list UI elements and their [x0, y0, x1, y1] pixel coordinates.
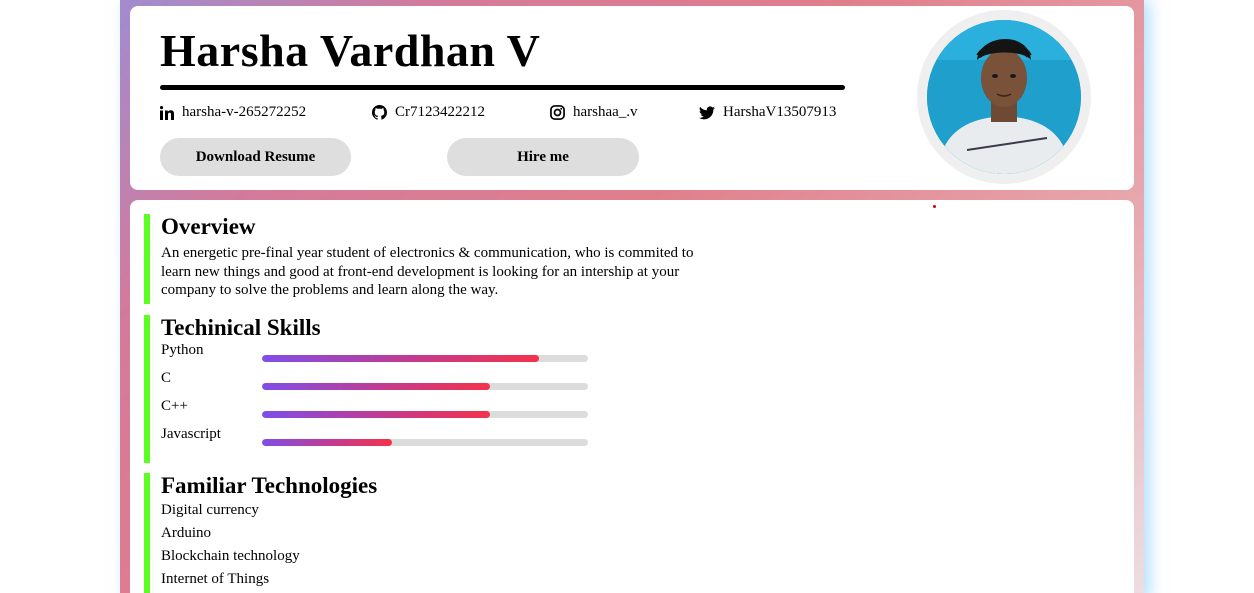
list-item: Internet of Things: [161, 571, 270, 587]
twitter-handle: HarshaV13507913: [723, 104, 837, 120]
avatar-ring: [917, 10, 1091, 184]
profile-name: Harsha Vardhan V: [160, 25, 541, 76]
skill-bar-fill: [262, 383, 491, 390]
list-item: Digital currency: [161, 502, 259, 518]
skill-row: Python: [161, 341, 601, 369]
instagram-link[interactable]: harshaa_.v: [550, 104, 638, 121]
list-item: Arduino: [161, 525, 211, 541]
content-card: Overview An energetic pre-final year stu…: [130, 200, 1134, 593]
overview-section: Overview An energetic pre-final year stu…: [144, 214, 701, 304]
skill-label: C: [161, 370, 172, 386]
overview-title: Overview: [161, 214, 256, 239]
skill-row: C++: [161, 397, 601, 425]
skill-bar-track: [262, 355, 588, 362]
social-links: harsha-v-265272252 Cr7123422212 harshaa_…: [160, 104, 845, 124]
twitter-icon: [699, 105, 715, 120]
linkedin-link[interactable]: harsha-v-265272252: [160, 104, 306, 121]
github-handle: Cr7123422212: [395, 104, 485, 120]
header-card: Harsha Vardhan V harsha-v-265272252 Cr71…: [130, 6, 1134, 190]
instagram-icon: [550, 105, 565, 120]
skills-section: Techinical Skills Python C C++ Javascrip…: [144, 315, 601, 463]
github-icon: [372, 105, 387, 120]
github-link[interactable]: Cr7123422212: [372, 104, 485, 121]
skill-label: C++: [161, 398, 188, 414]
name-underline: [160, 85, 845, 90]
technologies-section: Familiar Technologies Digital currency A…: [144, 473, 377, 593]
decorative-dot: [933, 205, 936, 208]
skill-row: C: [161, 369, 601, 397]
profile-photo: [927, 20, 1081, 174]
hire-me-button[interactable]: Hire me: [447, 138, 639, 176]
technologies-title: Familiar Technologies: [161, 473, 378, 498]
download-resume-button[interactable]: Download Resume: [160, 138, 351, 176]
skill-label: Python: [161, 342, 204, 358]
skill-bar-track: [262, 411, 588, 418]
skill-bar-fill: [262, 439, 393, 446]
linkedin-handle: harsha-v-265272252: [182, 104, 307, 120]
skills-list: Python C C++ Javascript: [161, 341, 601, 453]
technologies-list: Digital currency Arduino Blockchain tech…: [161, 499, 377, 591]
skill-bar-track: [262, 439, 588, 446]
skill-bar-fill: [262, 355, 540, 362]
twitter-link[interactable]: HarshaV13507913: [699, 104, 836, 121]
skill-label: Javascript: [161, 426, 221, 442]
page-frame: Harsha Vardhan V harsha-v-265272252 Cr71…: [120, 0, 1144, 593]
skill-row: Javascript: [161, 425, 601, 453]
linkedin-icon: [160, 105, 174, 120]
skills-title: Techinical Skills: [161, 315, 321, 340]
list-item: Blockchain technology: [161, 548, 300, 564]
skill-bar-fill: [262, 411, 491, 418]
instagram-handle: harshaa_.v: [573, 104, 638, 120]
skill-bar-track: [262, 383, 588, 390]
overview-text: An energetic pre-final year student of e…: [161, 245, 694, 298]
